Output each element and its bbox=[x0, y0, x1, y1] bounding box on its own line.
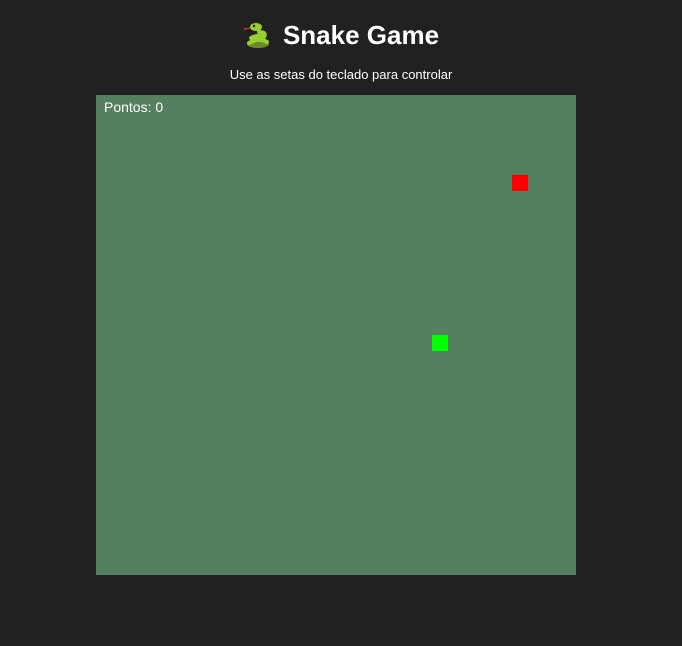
page-title: Snake Game bbox=[282, 20, 440, 50]
snake-head bbox=[432, 335, 448, 351]
page: Snake Game Use as setas do teclado para … bbox=[0, 0, 682, 646]
game-board[interactable]: Pontos: 0 bbox=[96, 95, 576, 575]
score-display: Pontos: 0 bbox=[104, 99, 164, 115]
header: Snake Game bbox=[0, 17, 682, 53]
instructions-text: Use as setas do teclado para controlar bbox=[229, 67, 453, 82]
food-item bbox=[512, 175, 528, 191]
snake-icon bbox=[243, 23, 269, 48]
